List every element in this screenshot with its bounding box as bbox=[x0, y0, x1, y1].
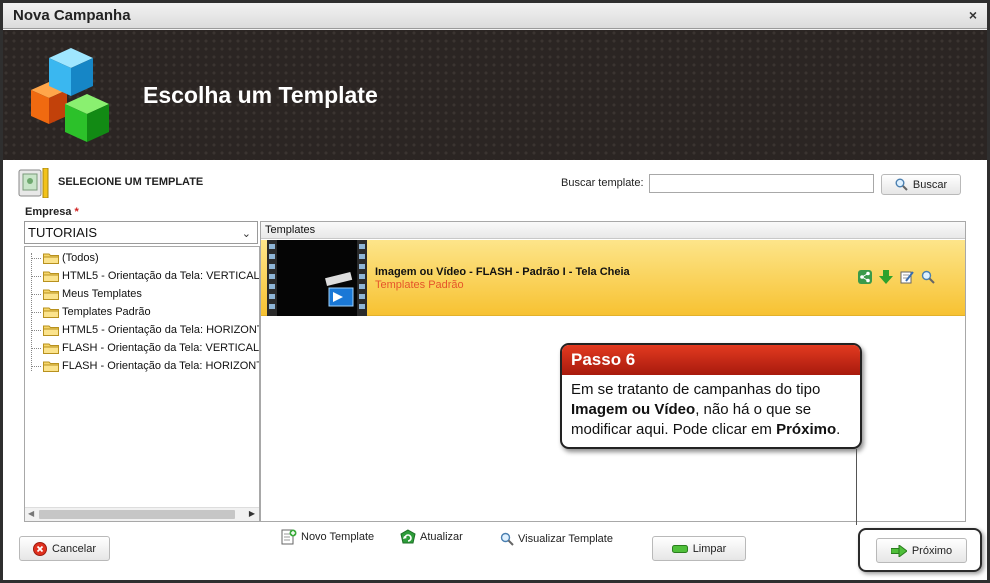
folder-icon bbox=[43, 361, 59, 372]
scroll-left-icon[interactable]: ◀ bbox=[28, 509, 34, 518]
empresa-label-text: Empresa bbox=[25, 206, 72, 218]
tree-item[interactable]: HTML5 - Orientação da Tela: VERTICAL bbox=[31, 267, 260, 285]
scrollbar-thumb[interactable] bbox=[39, 510, 235, 519]
folder-icon bbox=[43, 307, 59, 318]
proximo-label: Próximo bbox=[911, 544, 953, 557]
atualizar-label: Atualizar bbox=[420, 531, 463, 543]
tree-item[interactable]: FLASH - Orientação da Tela: HORIZONTAL bbox=[31, 357, 260, 375]
folder-icon bbox=[43, 289, 59, 300]
folder-icon bbox=[43, 343, 59, 354]
novo-template-label: Novo Template bbox=[301, 531, 375, 543]
section-title: SELECIONE UM TEMPLATE bbox=[58, 176, 204, 188]
template-book-icon bbox=[18, 168, 49, 198]
folder-tree: (Todos) HTML5 - Orientação da Tela: VERTI… bbox=[24, 246, 260, 522]
tree-item-label: HTML5 - Orientação da Tela: VERTICAL bbox=[62, 270, 260, 282]
callout-title: Passo 6 bbox=[562, 345, 860, 375]
window-title: Nova Campanha bbox=[13, 7, 131, 24]
empresa-label: Empresa * bbox=[25, 206, 79, 218]
folder-icon bbox=[43, 271, 59, 282]
required-mark: * bbox=[74, 206, 79, 218]
tree-item[interactable]: HTML5 - Orientação da Tela: HORIZONTAL bbox=[31, 321, 260, 339]
arrow-right-icon bbox=[890, 544, 907, 557]
tree-item-label: Meus Templates bbox=[62, 288, 142, 300]
cubes-logo-icon bbox=[31, 48, 109, 142]
scroll-right-icon[interactable]: ▶ bbox=[249, 509, 255, 518]
edit-icon[interactable] bbox=[900, 270, 914, 284]
folder-icon bbox=[43, 325, 59, 336]
limpar-button[interactable]: Limpar bbox=[652, 536, 746, 561]
new-document-icon bbox=[281, 529, 297, 545]
template-category: Templates Padrão bbox=[375, 279, 464, 291]
tutorial-callout: Passo 6 Em se tratanto de campanhas do t… bbox=[560, 343, 862, 449]
nova-campanha-window: Nova Campanha × Escolha um Template SELE… bbox=[0, 0, 990, 583]
callout-body: Em se tratanto de campanhas do tipo Imag… bbox=[562, 375, 860, 445]
refresh-icon bbox=[400, 529, 416, 544]
share-icon[interactable] bbox=[858, 270, 872, 284]
cancelar-button[interactable]: Cancelar bbox=[19, 536, 110, 561]
proximo-button[interactable]: Próximo bbox=[876, 538, 967, 563]
film-video-thumbnail-icon bbox=[267, 240, 367, 316]
buscar-label: Buscar bbox=[912, 178, 948, 191]
cancel-icon bbox=[32, 541, 47, 556]
folder-icon bbox=[43, 253, 59, 264]
atualizar-button[interactable]: Atualizar bbox=[400, 528, 463, 546]
close-icon[interactable]: × bbox=[965, 7, 981, 23]
clear-bar-icon bbox=[671, 544, 688, 553]
tree-item-label: FLASH - Orientação da Tela: VERTICAL bbox=[62, 342, 260, 354]
callout-connector-line bbox=[856, 449, 857, 525]
main-content: SELECIONE UM TEMPLATE Buscar template: B… bbox=[3, 160, 987, 580]
buscar-button[interactable]: Buscar bbox=[881, 174, 961, 195]
tree-item-label: FLASH - Orientação da Tela: HORIZONTAL bbox=[62, 360, 260, 372]
visualizar-label: Visualizar Template bbox=[518, 533, 613, 545]
callout-bold-2: Próximo bbox=[776, 421, 837, 438]
tree-item-label: Templates Padrão bbox=[62, 306, 151, 318]
callout-text-end: . bbox=[836, 421, 841, 438]
tree-horizontal-scrollbar[interactable]: ◀ ▶ bbox=[25, 507, 259, 521]
template-actions bbox=[858, 270, 935, 284]
visualizar-template-button[interactable]: Visualizar Template bbox=[500, 530, 613, 548]
tree-item[interactable]: Templates Padrão bbox=[31, 303, 151, 321]
zoom-icon[interactable] bbox=[921, 270, 935, 284]
download-icon[interactable] bbox=[879, 270, 893, 284]
title-bar: Nova Campanha × bbox=[3, 3, 987, 29]
tree-item[interactable]: Meus Templates bbox=[31, 285, 142, 303]
tree-item-label: (Todos) bbox=[62, 252, 99, 264]
template-name: Imagem ou Vídeo - FLASH - Padrão I - Tel… bbox=[375, 266, 630, 278]
tree-item-label: HTML5 - Orientação da Tela: HORIZONTAL bbox=[62, 324, 260, 336]
magnifier-icon bbox=[500, 532, 514, 546]
cancelar-label: Cancelar bbox=[51, 542, 97, 555]
limpar-label: Limpar bbox=[692, 542, 727, 555]
page-heading: Escolha um Template bbox=[143, 82, 378, 108]
callout-text-1: Em se tratanto de campanhas do tipo bbox=[571, 381, 821, 398]
novo-template-button[interactable]: Novo Template bbox=[281, 528, 374, 546]
template-row[interactable]: Imagem ou Vídeo - FLASH - Padrão I - Tel… bbox=[261, 240, 965, 316]
tree-item[interactable]: (Todos) bbox=[31, 249, 99, 267]
search-icon bbox=[895, 178, 908, 191]
empresa-select[interactable]: TUTORIAIS ⌄ bbox=[24, 221, 258, 244]
search-label: Buscar template: bbox=[561, 177, 644, 189]
callout-bold-1: Imagem ou Vídeo bbox=[571, 401, 696, 418]
search-template-input[interactable] bbox=[649, 174, 874, 193]
templates-header: Templates bbox=[261, 222, 965, 239]
header-banner: Escolha um Template bbox=[3, 30, 987, 160]
chevron-down-icon: ⌄ bbox=[241, 228, 251, 240]
tree-item[interactable]: FLASH - Orientação da Tela: VERTICAL bbox=[31, 339, 259, 357]
empresa-selected-value: TUTORIAIS bbox=[28, 225, 98, 240]
